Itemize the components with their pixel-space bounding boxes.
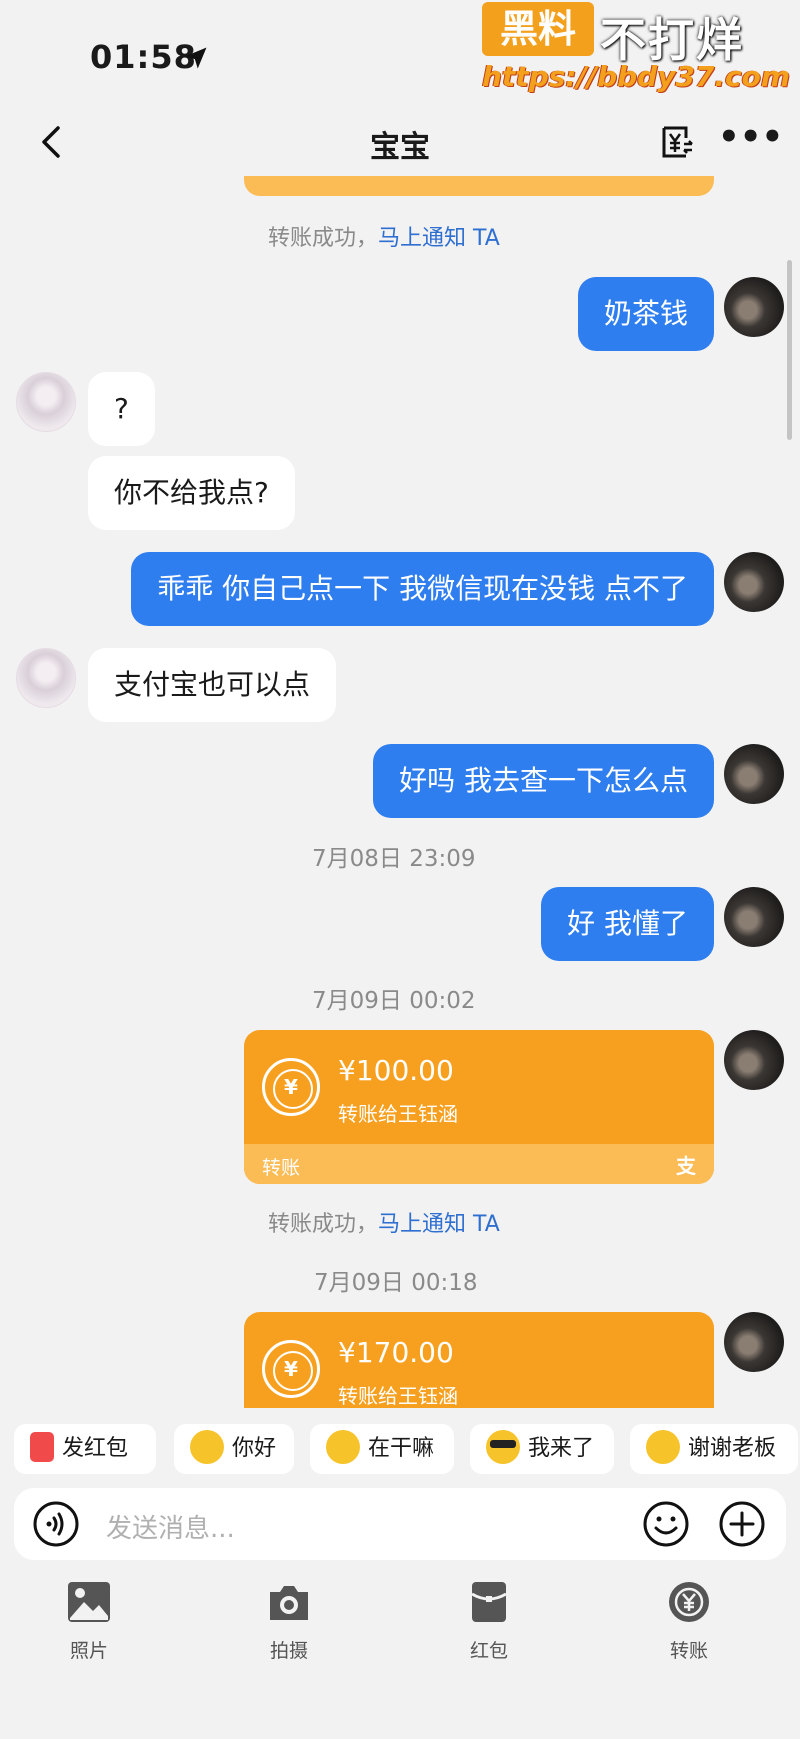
transfer-icon	[669, 1582, 709, 1622]
transfer-status: 转账成功，马上通知 TA	[268, 1212, 500, 1237]
timestamp: 7月09日 00:18	[314, 1270, 478, 1296]
red-packet-icon	[30, 1432, 54, 1462]
camera-icon	[270, 1586, 308, 1620]
red-packet-icon	[471, 1582, 507, 1622]
tool-photo[interactable]: 照片	[29, 1580, 149, 1663]
transfer-description: 转账给王钰涵	[338, 1102, 458, 1126]
quick-reply-bar: 发红包 你好 在干嘛 我来了 谢谢老板	[0, 1424, 800, 1476]
my-avatar[interactable]	[724, 1312, 784, 1372]
transfer-status: 转账成功，马上通知 TA	[268, 226, 500, 251]
message-bubble-outgoing[interactable]: 好吗 我去查一下怎么点	[373, 744, 714, 818]
quick-reply-red-packet[interactable]: 发红包	[14, 1424, 156, 1474]
message-bubble-outgoing[interactable]: 奶茶钱	[577, 277, 714, 351]
notify-link[interactable]: 马上通知 TA	[378, 1212, 500, 1237]
tool-camera[interactable]: 拍摄	[229, 1580, 349, 1663]
curious-emoji-icon	[326, 1430, 360, 1464]
alipay-icon: 支	[676, 1154, 696, 1178]
message-bubble-outgoing[interactable]: 好 我懂了	[541, 887, 714, 961]
notify-link[interactable]: 马上通知 TA	[378, 226, 500, 251]
transfer-card[interactable]: ¥ ¥170.00 转账给王钰涵	[244, 1312, 714, 1408]
message-input-bar: 发送消息...	[14, 1488, 786, 1560]
photo-icon	[68, 1582, 110, 1622]
tool-red-packet[interactable]: 红包	[429, 1580, 549, 1663]
my-avatar[interactable]	[724, 1030, 784, 1090]
wave-emoji-icon	[190, 1430, 224, 1464]
message-bubble-incoming[interactable]: 你不给我点?	[88, 456, 295, 530]
emoji-icon[interactable]	[642, 1500, 690, 1548]
message-bubble-outgoing[interactable]: 乖乖 你自己点一下 我微信现在没钱 点不了	[131, 552, 714, 626]
quick-reply-hello[interactable]: 你好	[174, 1424, 294, 1474]
toolbar: 照片 拍摄 红包 转账	[0, 1580, 800, 1680]
message-list[interactable]: 转账成功，马上通知 TA 奶茶钱 ? 你不给我点? 乖乖 你自己点一下 我微信现…	[0, 176, 800, 1408]
quick-reply-thanks-boss[interactable]: 谢谢老板	[630, 1424, 798, 1474]
sunglasses-emoji-icon	[486, 1430, 520, 1464]
my-avatar[interactable]	[724, 552, 784, 612]
tool-transfer[interactable]: 转账	[629, 1580, 749, 1663]
contact-avatar[interactable]	[16, 372, 76, 432]
voice-icon[interactable]	[32, 1500, 80, 1548]
contact-avatar[interactable]	[16, 648, 76, 708]
timestamp: 7月08日 23:09	[312, 846, 476, 872]
clock: 01:58	[90, 38, 197, 76]
chat-screen: 01:58 黑料 不打烊 https://bbdy37.com 宝宝 ••• 转…	[0, 0, 800, 1739]
status-bar: 01:58 黑料 不打烊 https://bbdy37.com	[0, 0, 800, 110]
transfer-amount: ¥100.00	[338, 1054, 454, 1087]
transfer-card[interactable]: ¥ ¥100.00 转账给王钰涵 转账 支	[244, 1030, 714, 1184]
more-options-icon[interactable]: •••	[718, 120, 783, 162]
transfer-card-partial[interactable]	[244, 176, 714, 196]
transfer-label: 转账	[262, 1157, 301, 1179]
watermark: 黑料 不打烊 https://bbdy37.com	[482, 2, 790, 102]
message-input[interactable]: 发送消息...	[106, 1508, 235, 1545]
my-avatar[interactable]	[724, 887, 784, 947]
transfer-yen-icon[interactable]	[656, 122, 696, 162]
nav-bar: 宝宝 •••	[0, 110, 800, 176]
my-avatar[interactable]	[724, 277, 784, 337]
watermark-url: https://bbdy37.com	[482, 60, 791, 93]
message-bubble-incoming[interactable]: ?	[88, 372, 155, 446]
quick-reply-coming[interactable]: 我来了	[470, 1424, 614, 1474]
my-avatar[interactable]	[724, 744, 784, 804]
transfer-description: 转账给王钰涵	[338, 1384, 458, 1408]
watermark-badge: 黑料	[482, 2, 594, 56]
timestamp: 7月09日 00:02	[312, 988, 476, 1014]
quick-reply-what-doing[interactable]: 在干嘛	[310, 1424, 454, 1474]
plus-icon[interactable]	[718, 1500, 766, 1548]
scrollbar[interactable]	[787, 260, 792, 440]
transfer-amount: ¥170.00	[338, 1336, 454, 1369]
location-arrow-icon	[185, 47, 207, 69]
thanks-emoji-icon	[646, 1430, 680, 1464]
message-bubble-incoming[interactable]: 支付宝也可以点	[88, 648, 337, 722]
